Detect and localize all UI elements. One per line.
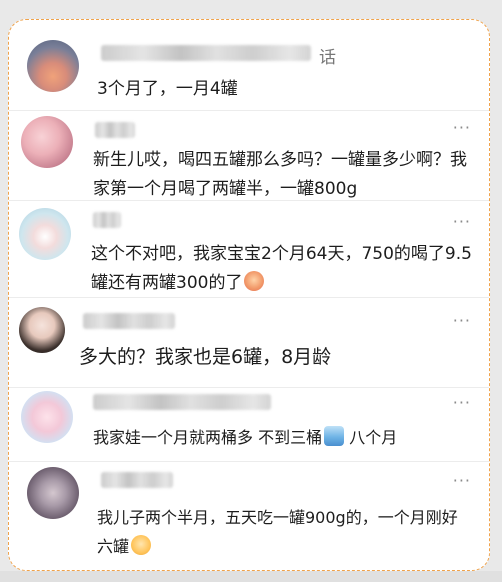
more-icon[interactable]: ··· [453, 120, 471, 136]
comments-panel: 话 3个月了，一月4罐 ··· 新生儿哎，喝四五罐那么多吗？一罐量多少啊？我家第… [8, 19, 490, 571]
comment-text-body: 我家娃一个月就两桶多 不到三桶 [93, 428, 323, 447]
comment-text-body: 我儿子两个半月，五天吃一罐900g的，一个月刚好六罐 [97, 508, 458, 556]
username[interactable] [93, 212, 121, 228]
username[interactable] [101, 472, 173, 488]
comment-item: ··· 多大的？我家也是6罐，8月龄 [9, 297, 489, 388]
comment-text: 3个月了，一月4罐 [97, 79, 238, 99]
avatar[interactable] [19, 208, 71, 260]
comment-text: 新生儿哎，喝四五罐那么多吗？一罐量多少啊？我家第一个月喝了两罐半，一罐800g [93, 150, 467, 199]
comment-text: 我儿子两个半月，五天吃一罐900g的，一个月刚好六罐 [97, 503, 473, 561]
comment-item: 话 3个月了，一月4罐 [9, 20, 489, 111]
more-icon[interactable]: ··· [453, 214, 471, 230]
comment-text: 这个不对吧，我家宝宝2个月64天，750的喝了9.5罐还有两罐300的了 [91, 240, 481, 298]
comment-item: ··· 我儿子两个半月，五天吃一罐900g的，一个月刚好六罐 [9, 461, 489, 570]
comment-text: 多大的？我家也是6罐，8月龄 [79, 346, 332, 368]
bottom-strip [0, 571, 502, 582]
avatar[interactable] [27, 40, 79, 92]
username[interactable] [83, 313, 175, 329]
more-icon[interactable]: ··· [453, 395, 471, 411]
baby-emoji-icon [131, 535, 152, 555]
comment-item: ··· 我家娃一个月就两桶多 不到三桶 八个月 [9, 387, 489, 462]
username[interactable] [95, 122, 135, 138]
comment-text-tail: 八个月 [349, 428, 398, 447]
bathtub-emoji-icon [324, 426, 345, 446]
more-icon[interactable]: ··· [453, 473, 471, 489]
comment-item: ··· 新生儿哎，喝四五罐那么多吗？一罐量多少啊？我家第一个月喝了两罐半，一罐8… [9, 110, 489, 201]
avatar[interactable] [21, 116, 73, 168]
username[interactable] [93, 394, 271, 410]
more-icon[interactable]: ··· [453, 313, 471, 329]
avatar[interactable] [21, 391, 73, 443]
avatar[interactable] [27, 467, 79, 519]
username[interactable] [101, 45, 311, 61]
comment-text-body: 这个不对吧，我家宝宝2个月64天，750的喝了9.5罐还有两罐300的了 [91, 244, 472, 293]
crying-emoji-icon [244, 271, 265, 291]
comment-item: ··· 这个不对吧，我家宝宝2个月64天，750的喝了9.5罐还有两罐300的了 [9, 200, 489, 298]
avatar[interactable] [19, 307, 65, 353]
username-suffix: 话 [319, 48, 336, 68]
comment-text: 我家娃一个月就两桶多 不到三桶 八个月 [93, 423, 483, 452]
